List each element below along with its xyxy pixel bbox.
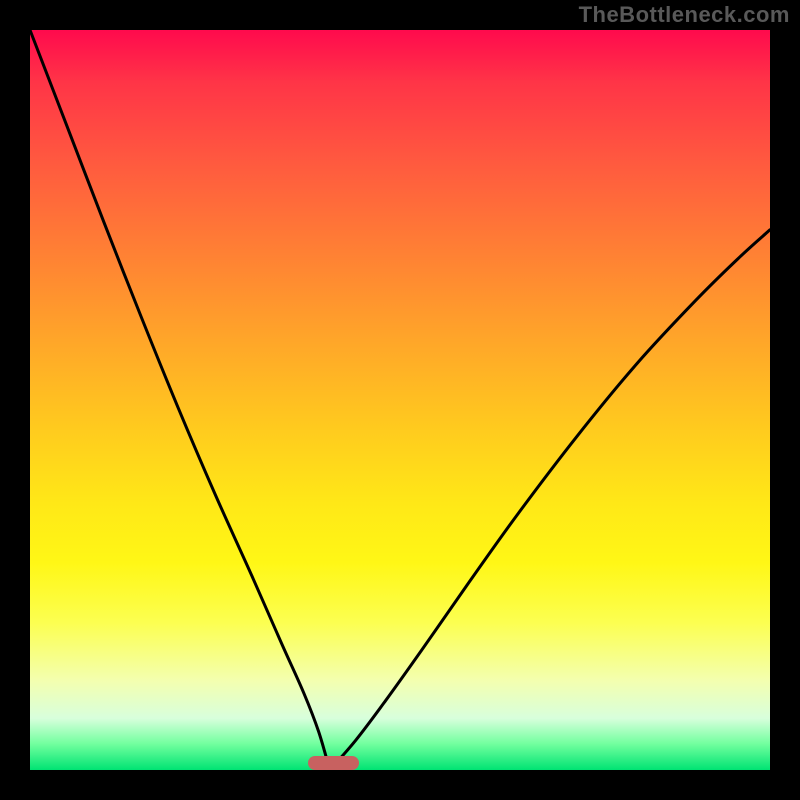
optimum-marker <box>308 756 360 770</box>
left-curve <box>30 30 330 770</box>
plot-area <box>30 30 770 770</box>
curves-layer <box>30 30 770 770</box>
right-curve <box>330 230 770 770</box>
watermark-text: TheBottleneck.com <box>579 2 790 28</box>
chart-container: TheBottleneck.com <box>0 0 800 800</box>
